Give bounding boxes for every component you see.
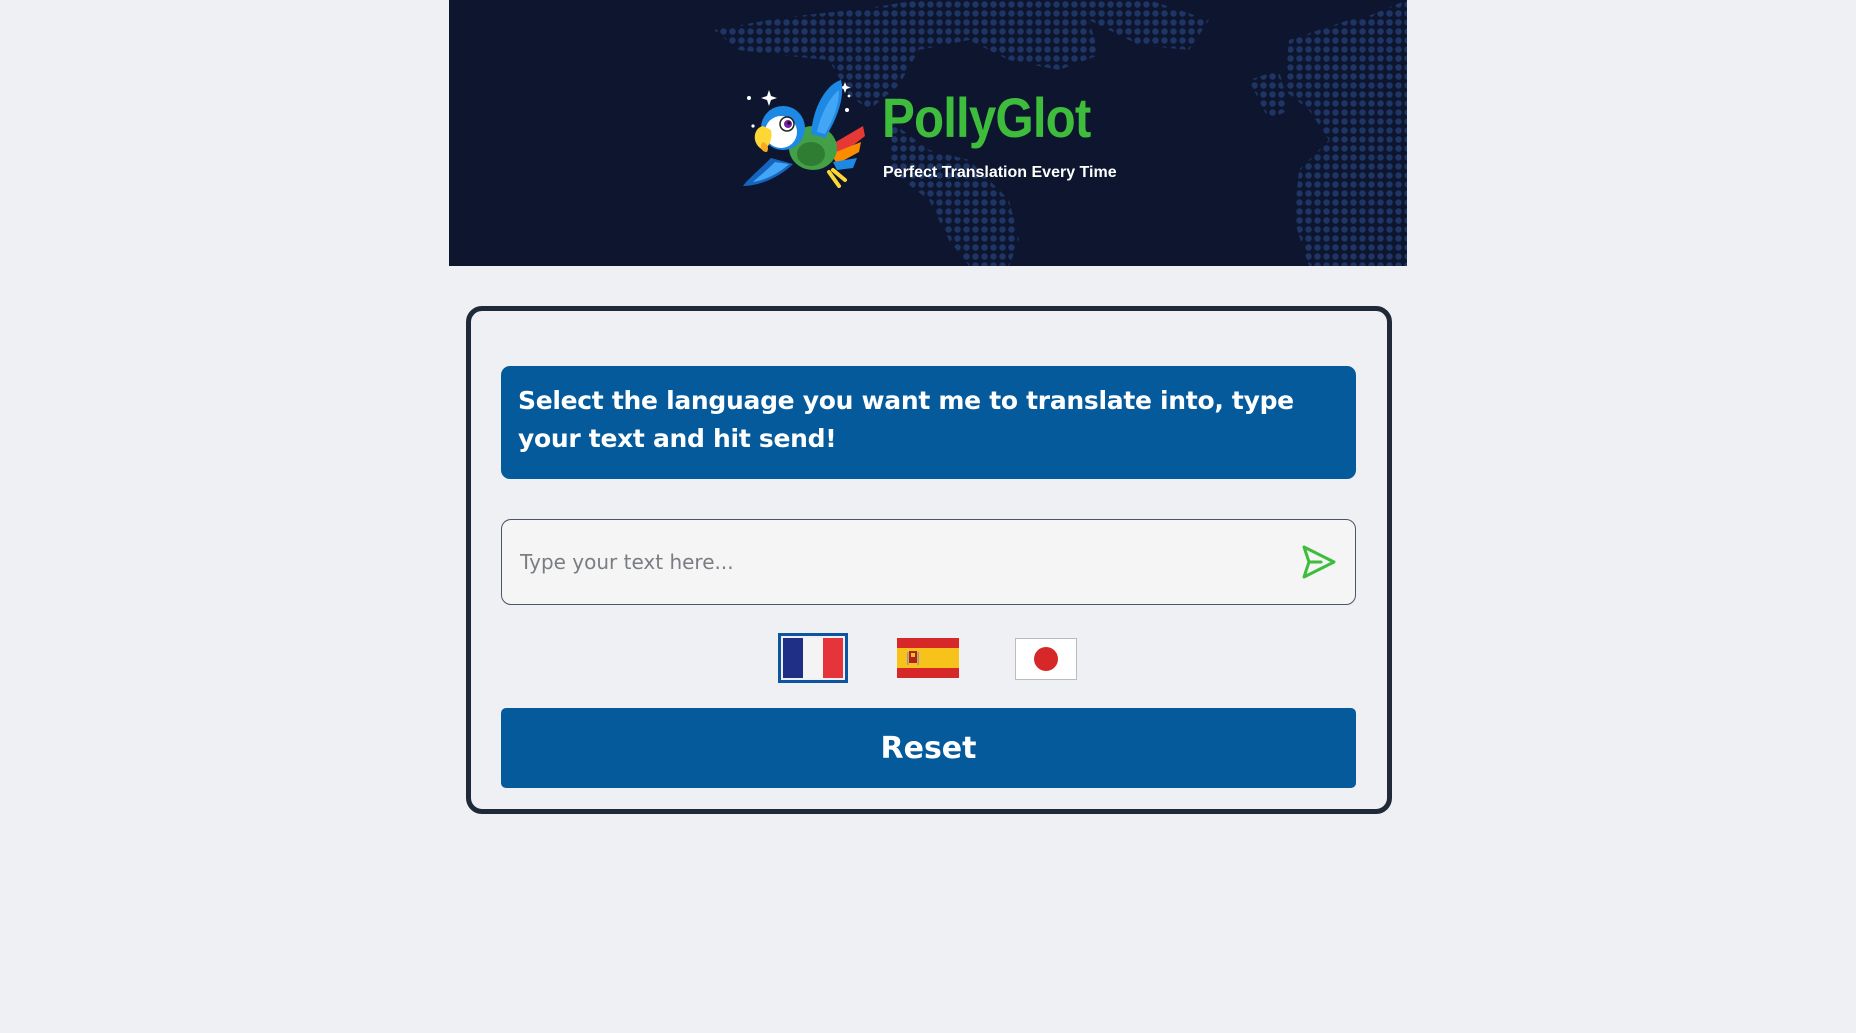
- spain-flag-icon[interactable]: [897, 638, 961, 682]
- app-title: PollyGlot: [882, 86, 1091, 149]
- france-flag-icon[interactable]: [778, 633, 848, 683]
- header-banner: PollyGlot Perfect Translation Every Time: [449, 0, 1407, 266]
- send-icon[interactable]: [1301, 544, 1337, 580]
- parrot-icon: [743, 80, 865, 188]
- instructions-banner: Select the language you want me to trans…: [501, 366, 1356, 479]
- reset-button[interactable]: Reset: [501, 708, 1356, 788]
- japan-flag-icon[interactable]: [1015, 638, 1079, 682]
- text-input-container: [501, 519, 1356, 605]
- text-input[interactable]: [520, 520, 1280, 603]
- app-page: PollyGlot Perfect Translation Every Time…: [0, 0, 1856, 1033]
- brand: PollyGlot Perfect Translation Every Time: [741, 76, 1141, 196]
- translator-card: Select the language you want me to trans…: [466, 306, 1392, 814]
- app-tagline: Perfect Translation Every Time: [883, 164, 1117, 181]
- language-selector: [471, 633, 1387, 683]
